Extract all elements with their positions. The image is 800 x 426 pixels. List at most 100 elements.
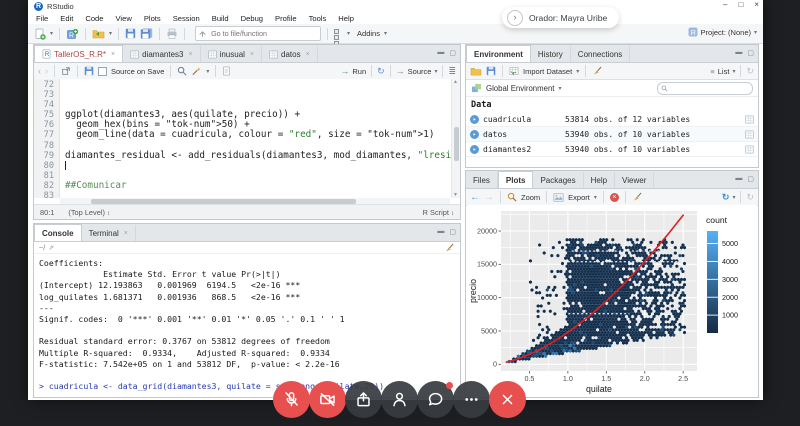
new-file-button[interactable] — [34, 28, 46, 40]
menu-build[interactable]: Build — [206, 14, 235, 23]
tab-diamantes3[interactable]: diamantes3× — [123, 46, 200, 62]
maximize-pane-icon[interactable]: ▢ — [747, 49, 754, 57]
source-button[interactable]: Source — [408, 67, 432, 76]
expand-object-icon[interactable]: ▸ — [470, 115, 479, 124]
tab-close-icon[interactable]: × — [188, 51, 192, 58]
more-options-button[interactable] — [453, 381, 490, 418]
project-selector[interactable]: R Project: (None) ▾ — [688, 27, 757, 37]
import-dataset-button[interactable]: Import Dataset — [523, 67, 572, 76]
participants-button[interactable] — [381, 381, 418, 418]
console-tab-terminal[interactable]: Terminal× — [82, 225, 136, 241]
env-object-datos[interactable]: ▸datos53940 obs. of 10 variables — [466, 127, 758, 142]
minimize-pane-icon[interactable]: ▬ — [735, 175, 742, 183]
refresh-icon[interactable]: ↻ — [746, 66, 754, 77]
maximize-pane-icon[interactable]: ▢ — [449, 49, 456, 57]
scroll-down-icon[interactable]: ▼ — [453, 192, 458, 198]
console-tab-console[interactable]: Console — [34, 224, 82, 241]
menu-plots[interactable]: Plots — [138, 14, 167, 23]
export-plot-button[interactable]: Export — [568, 193, 590, 202]
tab-datos[interactable]: datos× — [262, 46, 318, 62]
environment-search[interactable] — [657, 82, 753, 95]
save-all-button[interactable] — [140, 28, 153, 39]
nav-back-icon[interactable]: ‹ — [38, 66, 41, 76]
source-caret-icon[interactable]: ▾ — [434, 68, 437, 75]
plots-tab-packages[interactable]: Packages — [533, 172, 583, 188]
zoom-plot-button[interactable]: Zoom — [521, 193, 540, 202]
menu-view[interactable]: View — [110, 14, 138, 23]
addins-caret-icon[interactable]: ▾ — [384, 30, 387, 37]
code-tools-caret-icon[interactable]: ▾ — [206, 68, 209, 75]
maximize-button[interactable]: □ — [738, 0, 743, 9]
expand-object-icon[interactable]: ▸ — [470, 130, 479, 139]
env-object-cuadricula[interactable]: ▸cuadricula53814 obs. of 12 variables — [466, 112, 758, 127]
print-button[interactable] — [166, 28, 178, 39]
code-editor[interactable]: 727374757677787980818283 ggplot(diamante… — [34, 79, 460, 198]
publish-icon[interactable]: ↻ — [722, 192, 730, 203]
nav-forward-icon[interactable]: › — [45, 66, 48, 76]
environment-tab-connections[interactable]: Connections — [571, 46, 630, 62]
view-table-icon[interactable] — [745, 115, 754, 124]
file-type-selector[interactable]: R Script ↕ — [423, 208, 454, 217]
publish-caret-icon[interactable]: ▾ — [732, 194, 735, 201]
import-caret-icon[interactable]: ▾ — [576, 68, 579, 75]
tab-close-icon[interactable]: × — [250, 51, 254, 58]
view-table-icon[interactable] — [745, 145, 754, 154]
source-on-save-checkbox[interactable] — [98, 67, 107, 76]
expand-object-icon[interactable]: ▸ — [470, 145, 479, 154]
editor-vertical-scrollbar[interactable]: ▲ ▼ — [451, 79, 460, 198]
maximize-pane-icon[interactable]: ▢ — [449, 228, 456, 236]
end-call-button[interactable] — [489, 381, 526, 418]
new-project-button[interactable]: R — [66, 28, 79, 40]
plots-tab-plots[interactable]: Plots — [498, 171, 534, 188]
env-object-diamantes2[interactable]: ▸diamantes253940 obs. of 10 variables — [466, 142, 758, 157]
new-file-caret-icon[interactable]: ▾ — [50, 30, 53, 37]
code-tools-wand-icon[interactable] — [191, 66, 202, 76]
maximize-pane-icon[interactable]: ▢ — [747, 175, 754, 183]
minimize-button[interactable]: – — [723, 0, 727, 9]
minimize-pane-icon[interactable]: ▬ — [735, 49, 742, 57]
minimize-pane-icon[interactable]: ▬ — [437, 228, 444, 236]
addins-button[interactable]: Addins — [357, 29, 380, 38]
find-icon[interactable] — [177, 66, 187, 76]
chat-button[interactable] — [417, 381, 454, 418]
plots-tab-viewer[interactable]: Viewer — [615, 172, 654, 188]
plots-tab-files[interactable]: Files — [466, 172, 498, 188]
next-plot-icon[interactable]: → — [484, 192, 494, 203]
environment-tab-history[interactable]: History — [531, 46, 571, 62]
goto-dir-icon[interactable]: ⇗ — [48, 243, 54, 252]
clear-environment-icon[interactable] — [592, 66, 603, 76]
refresh-plot-icon[interactable]: ↻ — [746, 192, 754, 203]
menu-session[interactable]: Session — [167, 14, 206, 23]
clear-console-icon[interactable] — [444, 243, 455, 253]
export-caret-icon[interactable]: ▾ — [594, 194, 597, 201]
expand-chevron-icon[interactable]: › — [507, 10, 523, 26]
popout-icon[interactable] — [61, 66, 71, 76]
menu-profile[interactable]: Profile — [269, 14, 303, 23]
view-table-icon[interactable] — [745, 130, 754, 139]
save-file-icon[interactable] — [84, 66, 94, 76]
console-output[interactable]: Coefficients: Estimate Std. Error t valu… — [34, 254, 460, 392]
code-text[interactable]: ggplot(diamantes3, aes(quilate, precio))… — [60, 79, 451, 198]
tab-close-icon[interactable]: × — [124, 230, 128, 237]
scope-selector[interactable]: (Top Level) ↕ — [68, 208, 110, 217]
previous-plot-icon[interactable]: ← — [470, 192, 480, 203]
tab-close-icon[interactable]: × — [306, 51, 310, 58]
menu-tools[interactable]: Tools — [303, 14, 333, 23]
menu-help[interactable]: Help — [332, 14, 360, 23]
remove-plot-icon[interactable]: × — [610, 193, 619, 202]
minimize-pane-icon[interactable]: ▬ — [437, 49, 444, 57]
tab-close-icon[interactable]: × — [111, 51, 115, 58]
camera-off-button[interactable] — [309, 381, 346, 418]
goto-file-input[interactable] — [209, 28, 317, 39]
goto-file-search[interactable] — [195, 26, 321, 41]
save-button[interactable] — [125, 28, 136, 39]
list-view-button[interactable]: List — [718, 67, 730, 76]
global-env-caret-icon[interactable]: ▾ — [558, 85, 561, 92]
global-env-selector[interactable]: Global Environment — [486, 84, 554, 93]
tab-inusual[interactable]: inusual× — [201, 46, 262, 62]
list-caret-icon[interactable]: ▾ — [732, 68, 735, 75]
workspace-panes-button[interactable] — [334, 29, 343, 38]
scroll-up-icon[interactable]: ▲ — [453, 79, 458, 85]
compile-report-icon[interactable] — [222, 66, 231, 76]
run-button[interactable]: Run — [352, 67, 366, 76]
